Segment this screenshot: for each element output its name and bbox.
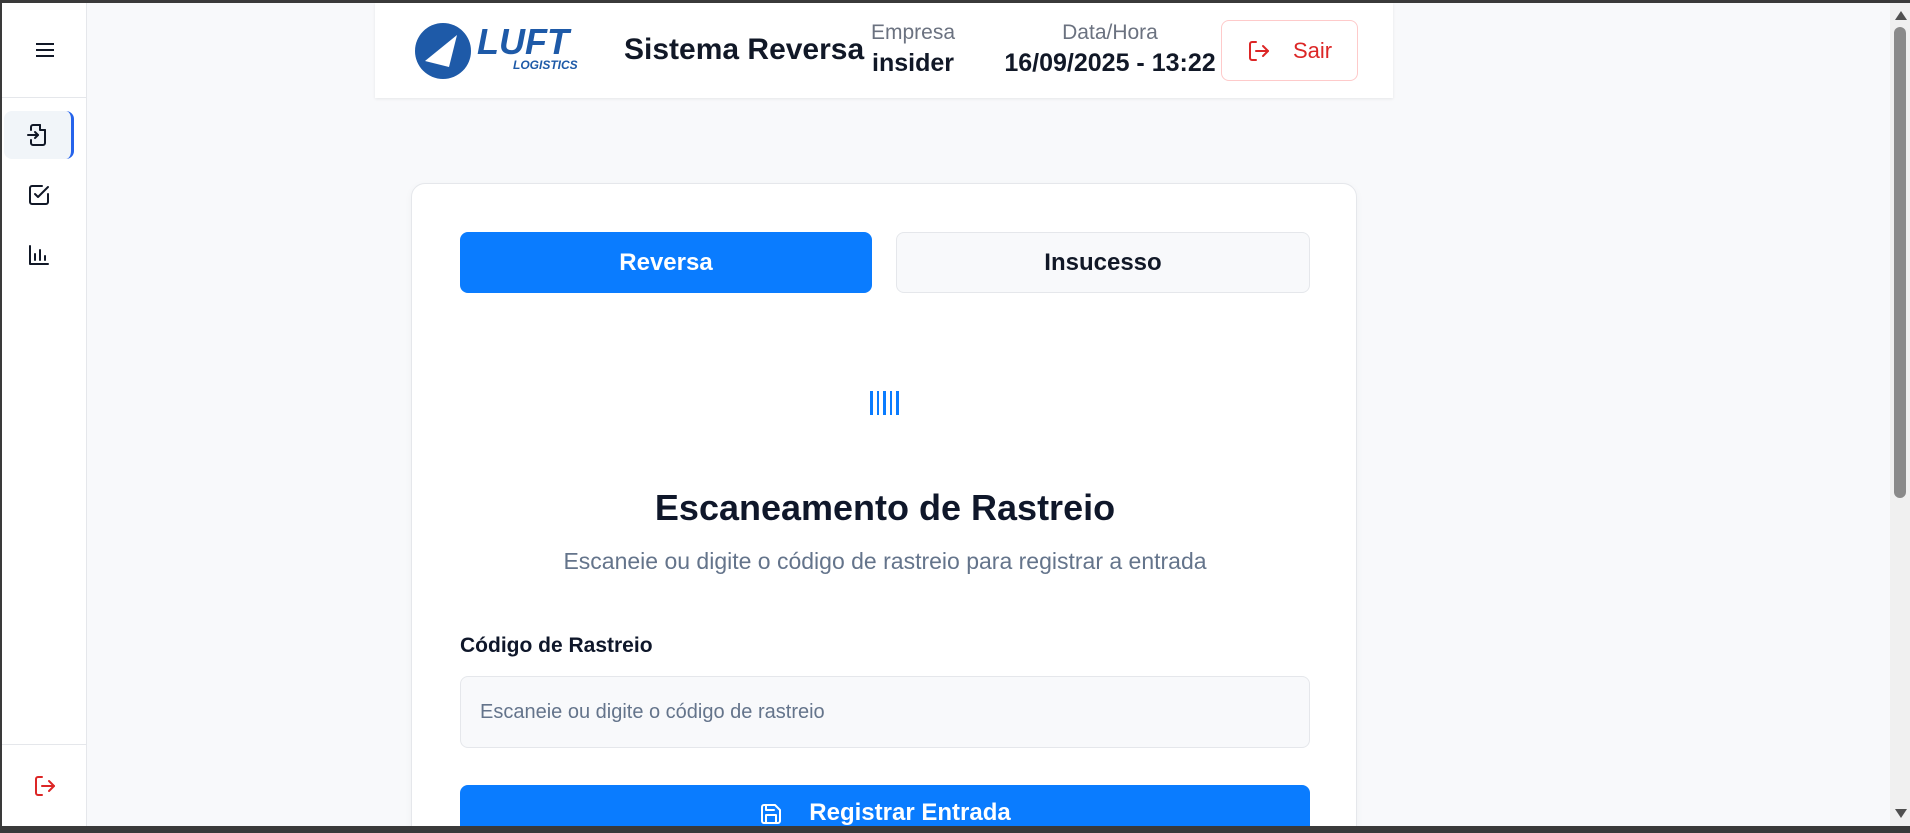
datahora-info: Data/Hora 16/09/2025 - 13:22 <box>995 20 1225 80</box>
logout-icon <box>34 775 55 796</box>
tab-insucesso[interactable]: Insucesso <box>896 232 1310 293</box>
bar-chart-icon <box>29 245 49 265</box>
svg-text:LUFT: LUFT <box>477 21 572 62</box>
logout-label: Sair <box>1292 37 1333 63</box>
sidebar <box>2 3 87 826</box>
scroll-up-arrow-icon[interactable] <box>1895 11 1907 20</box>
scan-title: Escaneamento de Rastreio <box>654 487 1116 528</box>
page-scrollbar[interactable] <box>1890 3 1910 826</box>
tab-reversa[interactable]: Reversa <box>460 232 872 293</box>
tracking-code-label: Código de Rastreio <box>460 634 653 657</box>
file-import-icon <box>26 124 46 146</box>
datahora-value: 16/09/2025 - 13:22 <box>1004 49 1216 77</box>
scrollbar-thumb[interactable] <box>1894 27 1906 498</box>
top-header: LUFT LOGISTICS Sistema Reversa Empresa i… <box>375 3 1393 98</box>
hamburger-icon <box>35 43 54 57</box>
empresa-value: insider <box>872 49 954 77</box>
logout-button[interactable]: Sair <box>1221 20 1358 81</box>
sidebar-logout-button[interactable] <box>2 744 87 826</box>
scroll-down-arrow-icon[interactable] <box>1895 809 1907 818</box>
datahora-label: Data/Hora <box>1062 21 1158 44</box>
tracking-code-input[interactable] <box>460 676 1310 748</box>
empresa-label: Empresa <box>870 21 956 44</box>
svg-text:LOGISTICS: LOGISTICS <box>513 58 578 72</box>
save-icon <box>761 804 782 824</box>
company-logo: LUFT LOGISTICS <box>413 21 603 81</box>
hamburger-menu-button[interactable] <box>2 3 87 98</box>
sidebar-item-relatorios[interactable] <box>4 231 74 279</box>
window-frame-bottom <box>0 826 1910 833</box>
register-entry-label: Registrar Entrada <box>809 799 1011 826</box>
sidebar-item-checklist[interactable] <box>4 171 74 219</box>
barcode-icon <box>870 391 899 415</box>
empresa-info: Empresa insider <box>863 20 963 80</box>
sidebar-item-entrada[interactable] <box>4 111 74 159</box>
check-square-icon <box>29 185 49 205</box>
logout-icon <box>1248 40 1269 61</box>
scan-card: Reversa Insucesso Escaneamento de Rastre… <box>411 183 1357 833</box>
app-title: Sistema Reversa <box>624 33 865 66</box>
scan-subtitle: Escaneie ou digite o código de rastreio … <box>563 548 1207 574</box>
